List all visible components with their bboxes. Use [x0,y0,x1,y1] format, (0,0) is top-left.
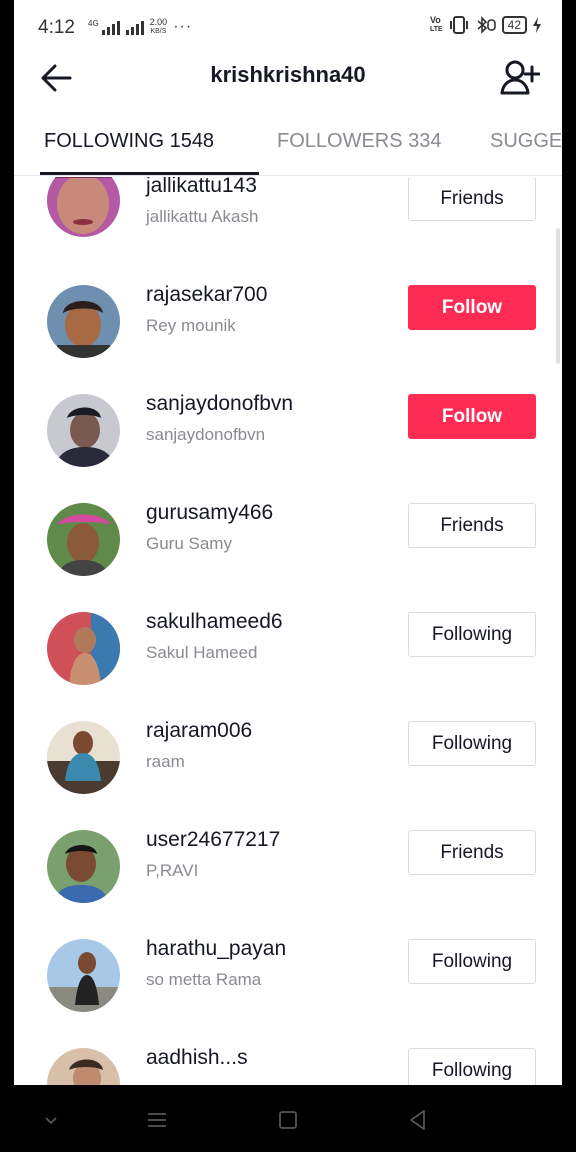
list-item[interactable]: aadhish...s Following [14,1046,562,1085]
speed-value: 2.00 [149,17,168,27]
avatar[interactable] [47,503,120,576]
status-time: 4:12 [38,17,75,38]
volte-icon: Vo LTE [430,16,443,34]
list-item[interactable]: rajaram006 raam Following [14,719,562,828]
following-list: jallikattu143 jallikattu Akash Friends r… [14,177,562,1085]
nickname: so metta Rama [146,970,262,989]
menu-lines-icon[interactable] [142,1105,172,1135]
friends-button[interactable]: Friends [408,503,536,548]
following-button[interactable]: Following [408,1048,536,1085]
friends-button[interactable]: Friends [408,830,536,875]
list-item[interactable]: gurusamy466 Guru Samy Friends [14,501,562,610]
avatar[interactable] [47,1048,120,1085]
avatar[interactable] [47,721,120,794]
charging-icon [533,17,541,33]
tab-following[interactable]: FOLLOWING 1548 [44,130,214,153]
status-left-icons: 4G 2.00 KB/S ··· [88,18,192,36]
tab-bar: FOLLOWING 1548 FOLLOWERS 334 SUGGE [14,120,562,176]
system-navigation-bar [0,1085,576,1152]
more-notifications-icon: ··· [173,18,193,35]
avatar[interactable] [47,612,120,685]
following-button[interactable]: Following [408,721,536,766]
bluetooth-icon [477,16,496,34]
username[interactable]: sanjaydonofbvn [146,392,293,416]
username[interactable]: user24677217 [146,828,280,852]
network-type-label: 4G [88,19,99,28]
nickname: jallikattu Akash [146,207,259,226]
network-speed: 2.00 KB/S [150,18,168,36]
tab-followers[interactable]: FOLLOWERS 334 [277,130,442,153]
follow-button[interactable]: Follow [408,285,536,330]
avatar[interactable] [47,939,120,1012]
active-tab-indicator [40,172,259,175]
following-button[interactable]: Following [408,939,536,984]
vibrate-icon [449,16,468,34]
avatar[interactable] [47,830,120,903]
tab-suggested[interactable]: SUGGE [490,130,562,153]
avatar[interactable] [47,285,120,358]
screen-bezel-right [562,0,576,1085]
following-button[interactable]: Following [408,612,536,657]
volte-top: Vo [429,15,441,25]
list-item[interactable]: harathu_payan so metta Rama Following [14,937,562,1046]
header: krishkrishna40 [14,54,562,102]
list-item[interactable]: sakulhameed6 Sakul Hameed Following [14,610,562,719]
list-item[interactable]: rajasekar700 Rey mounik Follow [14,283,562,392]
list-item[interactable]: user24677217 P,RAVI Friends [14,828,562,937]
nickname: raam [146,752,185,771]
avatar[interactable] [47,394,120,467]
nickname: Sakul Hameed [146,643,258,662]
battery-icon: 42 [501,16,527,34]
status-bar: 4:12 4G 2.00 KB/S ··· Vo LTE 42 [14,0,562,54]
speed-unit: KB/S [150,28,167,35]
home-square-icon[interactable] [273,1105,303,1135]
avatar[interactable] [47,177,120,237]
nickname: Guru Samy [146,534,232,553]
friends-button[interactable]: Friends [408,177,536,221]
username[interactable]: harathu_payan [146,937,286,961]
app-screen: 4:12 4G 2.00 KB/S ··· Vo LTE 42 krishkri… [14,0,562,1085]
follow-button[interactable]: Follow [408,394,536,439]
nickname: P,RAVI [146,861,199,880]
username[interactable]: jallikattu143 [146,177,257,198]
username[interactable]: sakulhameed6 [146,610,283,634]
nickname: Rey mounik [146,316,236,335]
status-right-icons: Vo LTE 42 [430,16,542,34]
signal-icon: 4G [88,19,120,35]
username[interactable]: rajasekar700 [146,283,267,307]
screen-bezel-left [0,0,14,1085]
list-item[interactable]: sanjaydonofbvn sanjaydonofbvn Follow [14,392,562,501]
nickname: sanjaydonofbvn [146,425,266,444]
back-triangle-icon[interactable] [403,1105,433,1135]
signal-icon-2 [125,19,144,35]
list-item[interactable]: jallikattu143 jallikattu Akash Friends [14,177,562,283]
chevron-down-icon[interactable] [36,1105,66,1135]
username[interactable]: gurusamy466 [146,501,273,525]
username[interactable]: aadhish...s [146,1046,248,1070]
username[interactable]: rajaram006 [146,719,252,743]
volte-bottom: LTE [429,26,443,33]
page-title: krishkrishna40 [210,62,366,87]
add-friend-icon[interactable] [500,59,540,97]
